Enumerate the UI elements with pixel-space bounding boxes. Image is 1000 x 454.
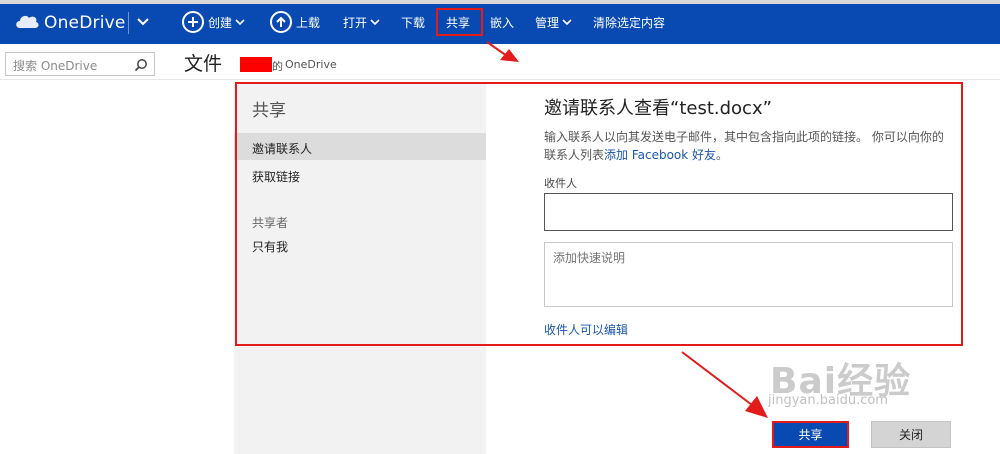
create-label: 创建	[208, 15, 233, 30]
search-icon[interactable]	[134, 57, 148, 72]
cloud-icon	[14, 13, 40, 33]
open-menu[interactable]: 打开	[343, 10, 380, 34]
recipients-label: 收件人	[544, 177, 577, 190]
left-rail	[0, 84, 166, 454]
dialog-description: 输入联系人以向其发送电子邮件，其中包含指向此项的链接。 你可以向你的联系人列表添…	[544, 128, 954, 164]
plus-icon	[182, 11, 204, 33]
search-placeholder: 搜索 OneDrive	[13, 59, 98, 73]
nav-item-invite[interactable]: 邀请联系人	[252, 140, 312, 157]
chevron-down-icon	[562, 19, 572, 26]
arrow-to-share-command	[486, 41, 519, 62]
page-title: 文件	[184, 53, 223, 75]
chevron-down-icon	[370, 19, 380, 26]
owner-suffix: 的	[272, 60, 283, 73]
logo-divider	[128, 12, 129, 34]
quick-note-input[interactable]	[544, 242, 953, 307]
redaction-mark	[240, 57, 272, 72]
upload-label: 上载	[296, 15, 321, 30]
recipients-can-edit-link[interactable]: 收件人可以编辑	[544, 321, 628, 338]
shared-with-label: 共享者	[252, 216, 289, 230]
chevron-down-icon[interactable]	[136, 14, 150, 30]
dialog-title: 邀请联系人查看“test.docx”	[544, 98, 772, 119]
search-box[interactable]: 搜索 OneDrive	[5, 52, 155, 76]
onedrive-logo[interactable]: OneDrive	[14, 12, 126, 34]
clear-selection-label: 清除选定内容	[593, 15, 666, 30]
upload-arrow-icon	[270, 11, 292, 33]
download-label: 下载	[401, 15, 426, 30]
download-button[interactable]: 下载	[401, 10, 425, 34]
share-highlight-box	[436, 8, 483, 36]
create-button[interactable]: 创建	[182, 10, 245, 34]
brand-name: OneDrive	[44, 13, 126, 33]
open-label: 打开	[343, 15, 368, 30]
dialog-pane-title: 共享	[252, 101, 286, 121]
embed-button[interactable]: 嵌入	[490, 10, 514, 34]
clear-selection-button[interactable]: 清除选定内容	[593, 10, 665, 34]
recipients-input[interactable]	[544, 193, 953, 231]
add-facebook-friends-link[interactable]: 添加 Facebook 好友	[604, 148, 716, 162]
share-button[interactable]: 共享	[772, 421, 849, 448]
header-divider	[0, 79, 1000, 80]
chevron-down-icon	[235, 19, 245, 26]
breadcrumb-onedrive[interactable]: OneDrive	[285, 58, 337, 71]
embed-label: 嵌入	[490, 15, 515, 30]
manage-label: 管理	[535, 15, 560, 30]
upload-button[interactable]: 上载	[270, 10, 320, 34]
close-button[interactable]: 关闭	[871, 421, 951, 448]
manage-menu[interactable]: 管理	[535, 10, 572, 34]
nav-item-get-link[interactable]: 获取链接	[252, 168, 300, 185]
description-end: 。	[716, 148, 729, 162]
top-strip	[0, 0, 1000, 4]
baidu-watermark-url: jingyan.baidu.com	[768, 393, 888, 408]
shared-with-value: 只有我	[252, 240, 289, 254]
